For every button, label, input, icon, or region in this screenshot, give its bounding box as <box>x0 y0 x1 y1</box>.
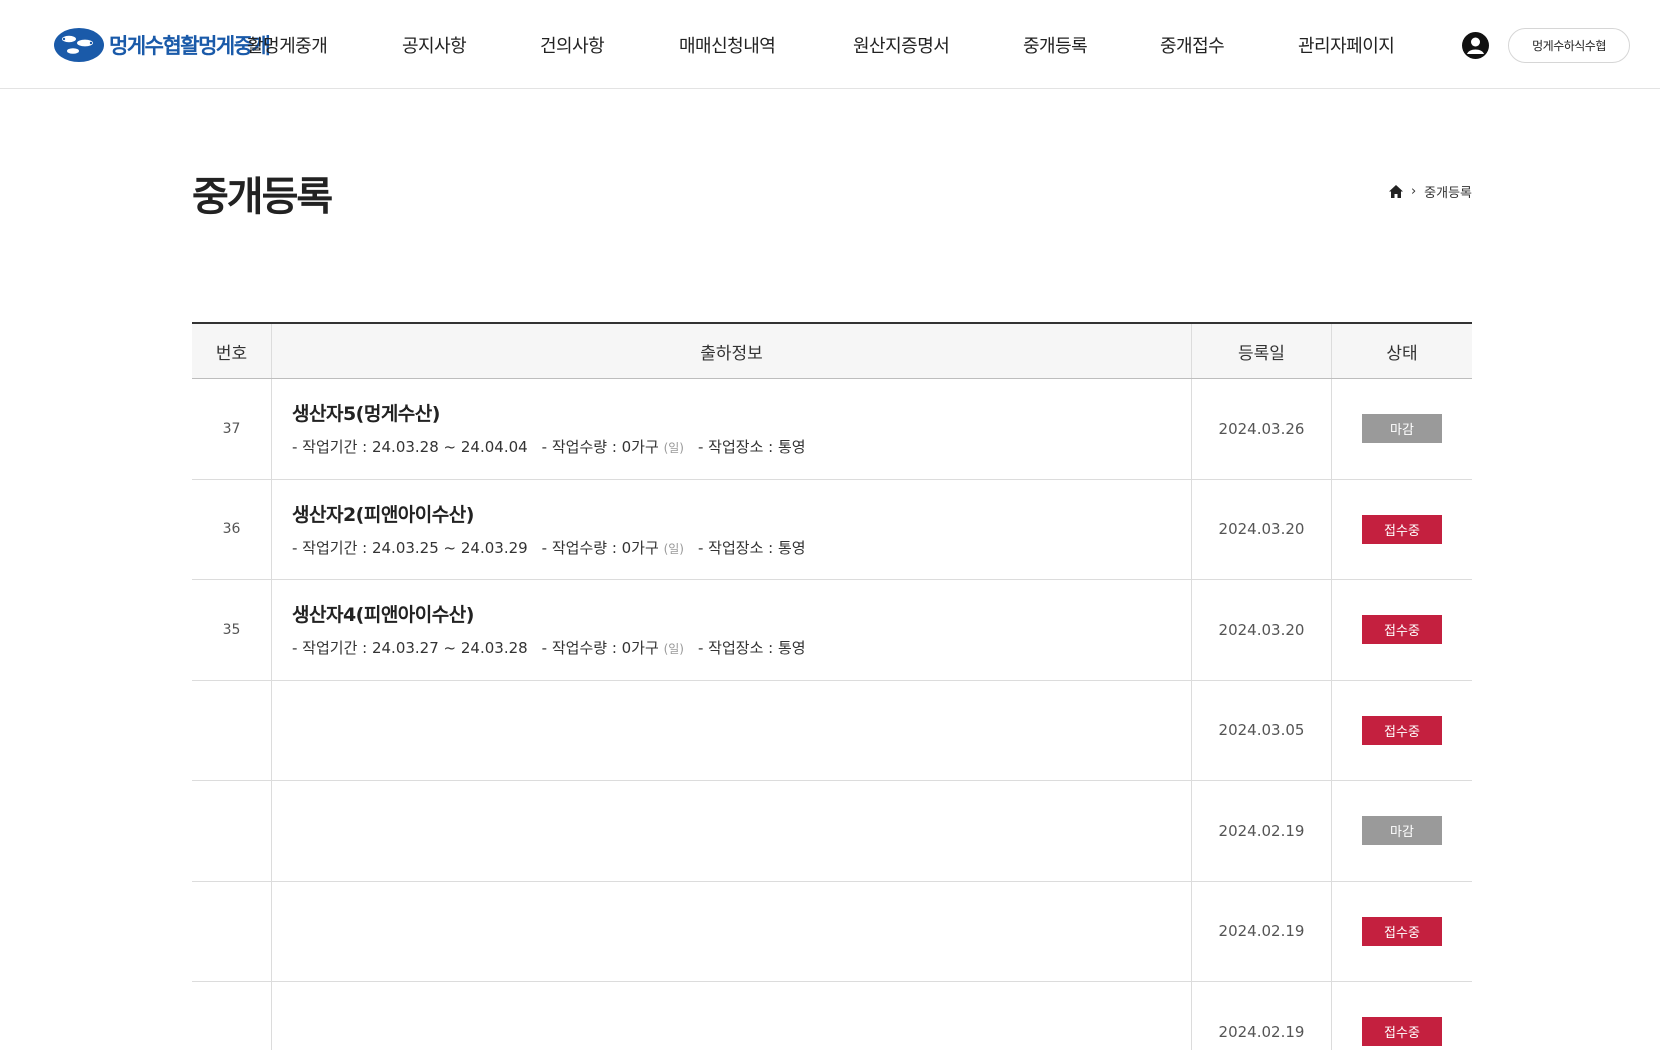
row-number: 37 <box>192 379 272 479</box>
row-date: 2024.03.05 <box>1192 680 1332 780</box>
row-number-text: 35 <box>222 621 241 638</box>
row-work-place: - 작업장소 : 통영 <box>697 538 806 557</box>
row-status: 접수중 <box>1332 580 1472 680</box>
chevron-right-icon: › <box>1410 184 1417 199</box>
row-meta: - 작업기간 : 24.03.28 ~ 24.04.04 - 작업수량 : 0가구… <box>292 436 806 457</box>
row-shipment-info[interactable]: 생산자2(피앤아이수산) - 작업기간 : 24.03.25 ~ 24.03.29… <box>272 479 1192 579</box>
row-shipment-info[interactable]: 생산자5(멍게수산) - 작업기간 : 24.03.28 ~ 24.04.04- … <box>272 379 1192 479</box>
row-date: 2024.02.19 <box>1192 982 1332 1050</box>
nav-item-origin-certificate[interactable]: 원산지증명서 <box>853 32 950 58</box>
header-date: 등록일 <box>1192 324 1332 378</box>
row-meta: - 작업기간 : 24.03.27 ~ 24.03.28 - 작업수량 : 0가구… <box>292 637 806 658</box>
row-title[interactable]: 생산자5(멍게수산) <box>292 399 440 426</box>
nav-item-suggestions[interactable]: 건의사항 <box>540 32 605 58</box>
nav-item-brokerage-receipt[interactable]: 중개접수 <box>1160 32 1225 58</box>
row-number <box>192 680 272 780</box>
main-nav: 활멍게중개 공지사항 건의사항 매매신청내역 원산지증명서 중개등록 중개접수 … <box>0 0 1660 89</box>
row-work-place: - 작업장소 : 통영 <box>697 438 806 456</box>
row-qty-unit: (일) <box>663 441 684 455</box>
row-status: 접수중 <box>1332 982 1472 1050</box>
row-work-qty-text: - 작업수량 : 0가구 <box>541 538 659 557</box>
row-shipment-info[interactable] <box>272 982 1192 1050</box>
status-badge[interactable]: 접수중 <box>1362 916 1442 946</box>
site-header: 멍게수협활멍게중개 활멍게중개 공지사항 건의사항 매매신청내역 원산지증명서 … <box>0 0 1660 89</box>
table-row[interactable]: 2024.02.19 접수중 <box>192 982 1472 1050</box>
nav-item-trade-history[interactable]: 매매신청내역 <box>679 32 776 58</box>
row-number: 35 <box>192 580 272 680</box>
nav-item-live-brokerage[interactable]: 활멍게중개 <box>247 32 328 58</box>
row-work-period: - 작업기간 : 24.03.25 ~ 24.03.29 <box>292 538 528 557</box>
table-row[interactable]: 2024.03.05 접수중 <box>192 680 1472 781</box>
breadcrumb: › 중개등록 <box>1388 182 1472 201</box>
row-work-qty: - 작업수량 : 0가구 (일) <box>542 436 684 457</box>
row-qty-unit: (일) <box>663 541 684 556</box>
row-number <box>192 781 272 881</box>
row-shipment-info[interactable] <box>272 680 1192 780</box>
row-date: 2024.03.20 <box>1192 479 1332 579</box>
table-row[interactable]: 2024.02.19 접수중 <box>192 881 1472 982</box>
row-status: 접수중 <box>1332 480 1472 580</box>
row-title[interactable]: 생산자2(피앤아이수산) <box>292 500 474 527</box>
page-title: 중개등록 <box>192 174 333 220</box>
status-badge[interactable]: 마감 <box>1362 414 1442 444</box>
nav-item-notices[interactable]: 공지사항 <box>402 32 467 58</box>
row-shipment-info[interactable]: 생산자4(피앤아이수산) - 작업기간 : 24.03.27 ~ 24.03.28… <box>272 580 1192 680</box>
table-body: 37 생산자5(멍게수산) - 작업기간 : 24.03.28 ~ 24.04.04… <box>192 379 1472 1050</box>
row-date: 2024.02.19 <box>1192 781 1332 881</box>
row-work-period: - 작업기간 : 24.03.27 ~ 24.03.28 <box>292 639 528 657</box>
table-header: 번호 출하정보 등록일 상태 <box>192 324 1472 379</box>
row-work-qty: - 작업수량 : 0가구 (일) <box>542 537 684 558</box>
status-badge[interactable]: 마감 <box>1362 816 1442 846</box>
home-icon[interactable] <box>1388 185 1403 198</box>
user-avatar-icon[interactable] <box>1462 32 1489 59</box>
brokerage-table: 번호 출하정보 등록일 상태 37 생산자5(멍게수산) - 작업기간 : 24.0… <box>192 322 1472 1050</box>
table-row[interactable]: 35 생산자4(피앤아이수산) - 작업기간 : 24.03.27 ~ 24.03.… <box>192 580 1472 681</box>
row-number <box>192 982 272 1050</box>
row-status: 마감 <box>1332 781 1472 881</box>
status-badge[interactable]: 접수중 <box>1362 615 1442 645</box>
row-date: 2024.02.19 <box>1192 881 1332 981</box>
status-badge[interactable]: 접수중 <box>1362 715 1442 745</box>
row-work-period: - 작업기간 : 24.03.28 ~ 24.04.04 <box>292 438 528 456</box>
row-number-text: 37 <box>222 420 241 437</box>
breadcrumb-current: 중개등록 <box>1424 186 1472 201</box>
row-work-place: - 작업장소 : 통영 <box>697 639 806 657</box>
header-info: 출하정보 <box>272 324 1192 378</box>
row-number <box>192 881 272 981</box>
row-status: 접수중 <box>1332 681 1472 781</box>
header-no: 번호 <box>192 324 272 378</box>
row-status: 접수중 <box>1332 882 1472 982</box>
table-row[interactable]: 37 생산자5(멍게수산) - 작업기간 : 24.03.28 ~ 24.04.04… <box>192 379 1472 480</box>
header-status: 상태 <box>1386 343 1418 364</box>
row-work-qty-text: - 작업수량 : 0가구 <box>541 438 659 456</box>
row-shipment-info[interactable] <box>272 881 1192 981</box>
row-meta: - 작업기간 : 24.03.25 ~ 24.03.29 - 작업수량 : 0가구… <box>292 537 806 558</box>
row-number: 36 <box>192 479 272 579</box>
row-title[interactable]: 생산자4(피앤아이수산) <box>292 600 474 627</box>
user-name-pill[interactable]: 멍게수하식수협 <box>1508 28 1630 63</box>
row-work-qty: - 작업수량 : 0가구 (일) <box>542 637 684 658</box>
nav-item-admin-page[interactable]: 관리자페이지 <box>1298 32 1395 58</box>
status-badge[interactable]: 접수중 <box>1362 1017 1442 1047</box>
row-date: 2024.03.20 <box>1192 580 1332 680</box>
status-badge[interactable]: 접수중 <box>1362 514 1442 544</box>
row-work-qty-text: - 작업수량 : 0가구 <box>541 639 659 657</box>
table-row[interactable]: 36 생산자2(피앤아이수산) - 작업기간 : 24.03.25 ~ 24.03.… <box>192 479 1472 580</box>
row-number-text: 36 <box>222 521 241 538</box>
row-qty-unit: (일) <box>663 642 684 656</box>
row-shipment-info[interactable] <box>272 781 1192 881</box>
row-status: 마감 <box>1332 379 1472 479</box>
row-date: 2024.03.26 <box>1192 379 1332 479</box>
nav-item-brokerage-register[interactable]: 중개등록 <box>1023 32 1088 58</box>
table-row[interactable]: 2024.02.19 마감 <box>192 781 1472 882</box>
